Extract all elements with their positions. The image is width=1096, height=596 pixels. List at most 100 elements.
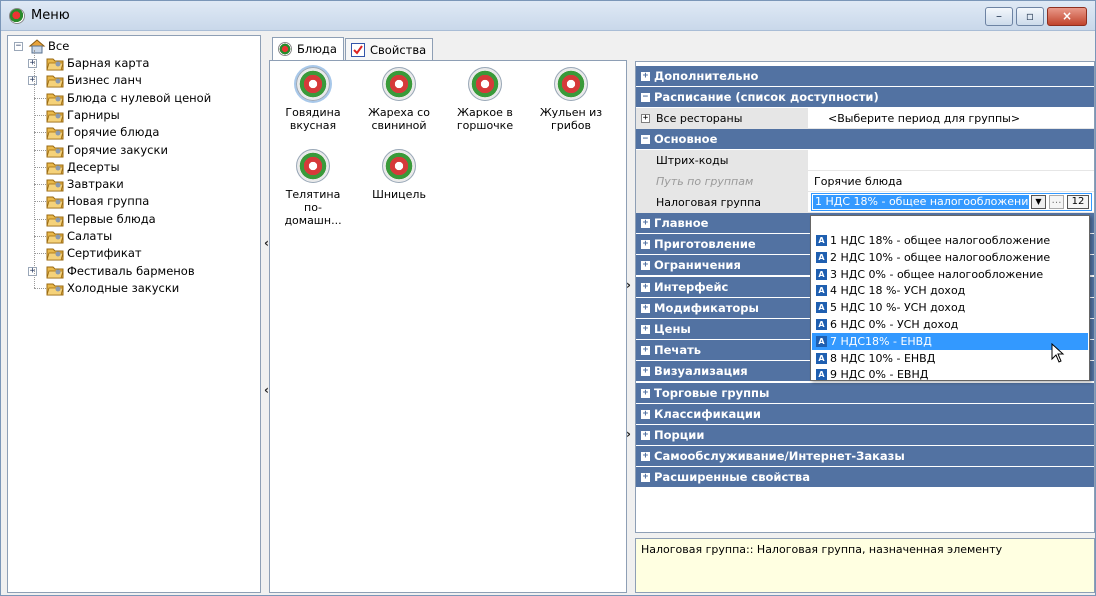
dish-item[interactable]: Шницель [364, 149, 434, 201]
tax-option[interactable]: A9 НДС 0% - ЕВНД [812, 366, 1088, 383]
property-name: Штрих-коды [636, 150, 808, 171]
tree-connector [34, 236, 46, 237]
tree-item-label: Завтраки [67, 177, 124, 192]
expand-icon[interactable]: + [641, 473, 650, 483]
expand-icon[interactable]: + [641, 114, 650, 123]
dish-label: Жаркое в горшочке [450, 106, 520, 132]
expand-icon[interactable]: + [641, 219, 650, 228]
expand-icon[interactable]: + [28, 59, 37, 68]
tree-item[interactable]: Десерты [8, 159, 258, 176]
items-panel: Блюда Свойства Говядина вкусная Жареха со с… [269, 35, 631, 593]
tree-item[interactable]: Завтраки [8, 176, 258, 193]
expand-icon[interactable]: + [641, 282, 650, 292]
expand-icon[interactable]: + [641, 303, 650, 313]
tree-item[interactable]: Новая группа [8, 193, 258, 210]
tax-option[interactable]: A4 НДС 18 %- УСН доход [812, 282, 1088, 299]
category-additional[interactable]: + Дополнительно [636, 66, 1094, 87]
category-label: Порции [654, 428, 705, 442]
expand-icon[interactable]: + [641, 431, 650, 440]
dish-label-line1: Жульен из [539, 106, 603, 119]
tree-item[interactable]: Гарниры [8, 107, 258, 124]
category-row[interactable]: + Расширенные свойства [636, 467, 1094, 489]
dropdown-arrow-icon[interactable]: ▼ [1031, 195, 1046, 209]
collapse-icon[interactable]: − [14, 42, 23, 51]
property-label: Все рестораны [656, 112, 743, 125]
expand-icon[interactable]: + [641, 346, 650, 356]
dish-label: Говядина вкусная [278, 106, 348, 132]
tree-item[interactable]: + Барная карта [8, 55, 258, 72]
tree-item[interactable]: Сертификат [8, 245, 258, 262]
expand-icon[interactable]: + [28, 266, 37, 276]
tree-item[interactable]: Первые блюда [8, 211, 258, 228]
expand-icon[interactable]: + [641, 72, 650, 81]
property-value[interactable]: <Выберите период для группы> [828, 112, 1020, 125]
group-tree[interactable]: − Все + Барная карта + Бизнес ланч Блюда с н… [7, 35, 269, 593]
tree-item-label: Гарниры [67, 107, 120, 122]
dish-item[interactable]: Говядина вкусная [278, 67, 348, 132]
tax-option[interactable]: A3 НДС 0% - общее налогообложение [812, 266, 1088, 283]
category-row[interactable]: + Самообслуживание/Интернет-Заказы [636, 446, 1094, 468]
expand-icon[interactable]: + [641, 388, 650, 398]
category-row[interactable]: + Классификации [636, 403, 1094, 425]
expand-icon[interactable]: + [641, 325, 650, 334]
minimize-button[interactable]: – [985, 7, 1013, 26]
tax-option[interactable]: A8 НДС 10% - ЕНВД [812, 350, 1088, 367]
category-label: Модификаторы [654, 300, 759, 315]
expand-icon[interactable]: + [641, 367, 650, 377]
category-row[interactable]: + Торговые группы [636, 382, 1094, 404]
tax-option[interactable]: A1 НДС 18% - общее налогообложение [812, 232, 1088, 249]
category-label: Расписание (список доступности) [654, 90, 879, 104]
tab-properties-label: Свойства [370, 43, 427, 57]
dish-label-line2: свининой [371, 119, 427, 132]
tax-group-value[interactable]: 1 НДС 18% - общее налогообложение [813, 195, 1029, 209]
tax-option[interactable]: A7 НДС18% - ЕНВД [812, 332, 1088, 350]
folder-icon [46, 283, 64, 296]
tree-item[interactable]: + Бизнес ланч [8, 72, 258, 89]
expand-icon[interactable]: + [641, 240, 650, 250]
expand-right-arrow-2[interactable]: › [626, 427, 631, 441]
collapse-icon[interactable]: − [641, 135, 650, 144]
tree-root[interactable]: − Все [8, 38, 258, 55]
tab-properties[interactable]: Свойства [345, 38, 434, 60]
dish-item[interactable]: Телятина по-домашн... [278, 149, 348, 227]
close-button[interactable]: × [1047, 7, 1087, 26]
expand-icon[interactable]: + [641, 261, 650, 271]
tree-item[interactable]: Блюда с нулевой ценой [8, 90, 258, 107]
category-schedule[interactable]: − Расписание (список доступности) [636, 87, 1094, 108]
dish-label-line1: Говядина [285, 106, 341, 119]
expand-icon[interactable]: + [641, 409, 650, 419]
tab-dishes[interactable]: Блюда [272, 37, 344, 61]
tax-group-number-button[interactable]: 12 [1067, 195, 1089, 209]
tax-option[interactable]: A5 НДС 10 %- УСН доход [812, 299, 1088, 316]
property-all-restaurants[interactable]: + Все рестораны <Выберите период для гру… [636, 108, 1094, 129]
folder-icon [46, 179, 64, 192]
ellipsis-button[interactable]: … [1049, 195, 1064, 209]
tax-option-label: 3 НДС 0% - общее налогообложение [830, 267, 1044, 281]
dish-item[interactable]: Жареха со свининой [364, 67, 434, 132]
expand-icon[interactable]: + [28, 76, 37, 86]
tree-root-label: Все [48, 39, 70, 53]
dish-item[interactable]: Жаркое в горшочке [450, 67, 520, 132]
category-label: Основное [654, 132, 718, 146]
expand-icon[interactable]: + [641, 452, 650, 462]
maximize-button[interactable]: ▫ [1016, 7, 1044, 26]
tree-item[interactable]: + Фестиваль барменов [8, 263, 258, 280]
tax-group-dropdown[interactable]: A1 НДС 18% - общее налогообложение A 2 НДС… [810, 215, 1090, 381]
tax-option[interactable]: A6 НДС 0% - УСН доход [812, 316, 1088, 333]
tax-option[interactable]: A2 НДС 10% - общее налогообложение [812, 249, 1088, 266]
dish-item[interactable]: Жульен из грибов [536, 67, 606, 132]
collapse-icon[interactable]: − [641, 93, 650, 102]
expand-right-arrow[interactable]: › [626, 278, 631, 292]
title-bar[interactable]: Меню – ▫ × [1, 1, 1095, 31]
tree-item[interactable]: Салаты [8, 228, 258, 245]
category-row[interactable]: + Порции [636, 425, 1094, 446]
tree-item[interactable]: Горячие закуски [8, 142, 258, 159]
tree-item[interactable]: Горячие блюда [8, 124, 258, 141]
tree-item[interactable]: Холодные закуски [8, 280, 258, 297]
tax-option-label: 9 НДС 0% - ЕВНД [830, 368, 929, 382]
property-group-path[interactable]: Путь по группам Горячие блюда [636, 171, 1094, 192]
property-barcodes[interactable]: Штрих-коды [636, 150, 1094, 171]
category-basic[interactable]: − Основное [636, 129, 1094, 150]
tax-group-combobox[interactable]: 1 НДС 18% - общее налогообложение ▼ … 12 [811, 193, 1092, 211]
property-tax-group[interactable]: Налоговая группа 1 НДС 18% - общее налог… [636, 192, 1094, 213]
